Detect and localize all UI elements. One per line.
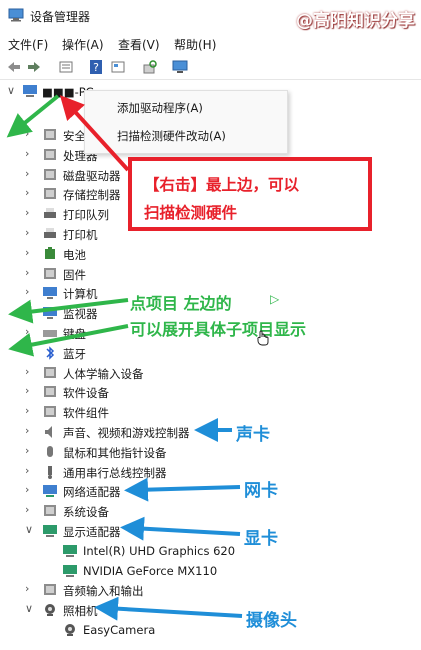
blue-arrow-network [124,477,241,502]
blue-arrow-display [120,516,241,541]
red-arrow [59,95,130,172]
green-arrow-1 [8,298,129,324]
green-arrow-root [6,94,60,138]
blue-arrow-camera [94,596,243,621]
annotation-arrows [6,94,243,621]
green-arrow-2 [8,324,129,357]
